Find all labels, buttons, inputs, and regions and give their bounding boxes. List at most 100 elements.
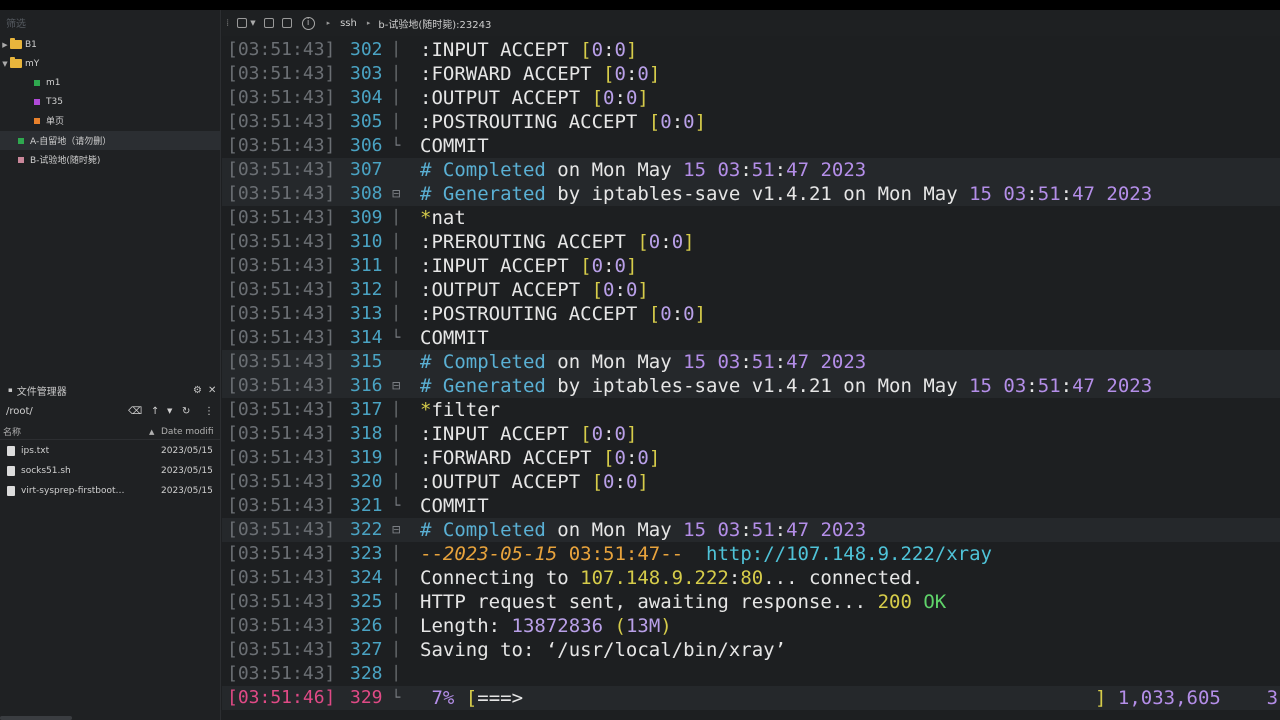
line-number: 312 <box>350 279 383 300</box>
path-input[interactable]: /root/ <box>6 406 33 417</box>
line-number: 318 <box>350 423 383 444</box>
line-text: *nat <box>420 207 466 229</box>
terminal-line: [03:51:43] 311 │:INPUT ACCEPT [0:0] <box>222 254 1280 278</box>
horizontal-scrollbar[interactable] <box>0 716 72 720</box>
breadcrumb-session[interactable]: b-试验地(随时毙):23243 <box>378 16 491 31</box>
timestamp: [03:51:43] <box>227 519 336 540</box>
file-icon <box>7 446 15 456</box>
fold-guide: │ <box>392 210 401 226</box>
chevron-down-icon[interactable]: ▼ <box>0 60 10 68</box>
collapse-icon[interactable]: ▪ <box>8 386 13 394</box>
session-color-icon <box>34 117 40 124</box>
line-number: 304 <box>350 87 383 108</box>
file-icon <box>7 466 15 476</box>
line-number: 314 <box>350 327 383 348</box>
breadcrumb-ssh[interactable]: ssh <box>340 18 357 29</box>
fold-guide: └ <box>392 330 401 346</box>
file-name: socks51.sh <box>21 466 71 476</box>
more-icon[interactable]: ⋮ <box>204 406 214 417</box>
file-name: ips.txt <box>21 446 50 456</box>
timestamp: [03:51:43] <box>227 327 336 348</box>
terminal-line: [03:51:43] 305 │:POSTROUTING ACCEPT [0:0] <box>222 110 1280 134</box>
terminal-line: [03:51:43] 317 │ *filter <box>222 398 1280 422</box>
fold-guide: │ <box>392 474 401 490</box>
terminal-line: [03:51:43] 321 └ COMMIT <box>222 494 1280 518</box>
timestamp: [03:51:43] <box>227 639 336 660</box>
line-text: # Completed on Mon May 15 03:51:47 2023 <box>420 159 867 181</box>
timestamp: [03:51:43] <box>227 279 336 300</box>
terminal-line: [03:51:43] 306 └ COMMIT <box>222 134 1280 158</box>
folder-icon <box>10 38 22 49</box>
line-number: 328 <box>350 663 383 684</box>
timestamp: [03:51:43] <box>227 663 336 684</box>
timestamp: [03:51:43] <box>227 207 336 228</box>
timestamp: [03:51:43] <box>227 399 336 420</box>
new-tab-icon[interactable] <box>237 18 248 28</box>
line-number: 310 <box>350 231 383 252</box>
fold-guide: │ <box>392 570 401 586</box>
line-number: 311 <box>350 255 383 276</box>
column-name[interactable]: 名称 <box>3 425 21 438</box>
duplicate-icon[interactable] <box>263 18 274 28</box>
grip-icon[interactable]: ⁞ <box>226 18 229 29</box>
timestamp: [03:51:43] <box>227 543 336 564</box>
timestamp: [03:51:43] <box>227 351 336 372</box>
fold-guide: │ <box>392 306 401 322</box>
line-number: 316 <box>350 375 383 396</box>
line-number: 325 <box>350 591 383 612</box>
folder-icon <box>10 57 22 68</box>
chevron-right-icon[interactable]: ▶ <box>0 41 10 49</box>
session-color-icon <box>18 137 24 144</box>
tree-folder-b1[interactable]: ▶ B1 <box>0 35 221 54</box>
sort-asc-icon[interactable]: ▲ <box>149 428 154 436</box>
terminal-line: [03:51:43] 308 ⊟ # Generated by iptables-sa… <box>222 182 1280 206</box>
gear-icon[interactable]: ⚙ <box>193 385 202 396</box>
file-row[interactable]: virt-sysprep-firstboot… 2023/05/15 <box>0 481 221 501</box>
session-color-icon <box>34 98 40 105</box>
chevron-down-icon[interactable]: ▼ <box>167 407 172 415</box>
timestamp: [03:51:43] <box>227 111 336 132</box>
line-number: 305 <box>350 111 383 132</box>
tree-session-b[interactable]: B-试验地(随时毙) <box>0 150 221 169</box>
line-text: *filter <box>420 399 501 421</box>
filter-input[interactable]: 筛选 <box>6 15 26 30</box>
fold-guide: │ <box>392 258 401 274</box>
file-row[interactable]: socks51.sh 2023/05/15 <box>0 461 221 481</box>
tree-folder-my[interactable]: ▼ mY <box>0 54 221 73</box>
refresh-icon[interactable]: ↻ <box>182 406 190 417</box>
line-number: 329 <box>350 687 383 708</box>
tree-label: B-试验地(随时毙) <box>30 156 101 166</box>
window-top-bar <box>0 0 1280 10</box>
terminal-output[interactable]: [03:51:43] 302 │:INPUT ACCEPT [0:0] [03:51:… <box>222 36 1280 720</box>
fold-icon[interactable]: ⊟ <box>392 182 410 206</box>
line-text: COMMIT <box>420 327 489 349</box>
terminal-line: [03:51:43] 304 │:OUTPUT ACCEPT [0:0] <box>222 86 1280 110</box>
chevron-right-icon: ▸ <box>366 19 371 27</box>
line-number: 317 <box>350 399 383 420</box>
info-icon[interactable]: i <box>301 16 315 30</box>
tree-session-a[interactable]: A-自留地（请勿删） <box>0 131 221 150</box>
chevron-down-icon[interactable]: ▼ <box>250 19 255 27</box>
line-text: 7% [===> ] 1,033,605 3 <box>431 687 1279 709</box>
line-text: Saving to: ‘/usr/local/bin/xray’ <box>420 639 787 661</box>
file-row[interactable]: ips.txt 2023/05/15 <box>0 441 221 461</box>
clear-icon[interactable]: ⌫ <box>128 406 142 417</box>
tree-session-m1[interactable]: m1 <box>0 73 221 92</box>
fold-icon[interactable]: ⊟ <box>392 518 410 542</box>
column-date[interactable]: Date modifi <box>161 427 214 437</box>
path-bar: /root/ ⌫ ↑ ▼ ↻ ⋮ <box>0 401 221 421</box>
terminal-toolbar: ⁞ ▼ i ▸ ssh ▸ b-试验地(随时毙):23243 <box>222 10 1280 36</box>
tree-session-t35[interactable]: T35 <box>0 92 221 111</box>
close-icon[interactable]: ✕ <box>208 385 216 396</box>
up-arrow-icon[interactable]: ↑ <box>151 406 159 417</box>
copy-icon[interactable] <box>281 18 292 28</box>
line-text: # Completed on Mon May 15 03:51:47 2023 <box>420 519 867 541</box>
timestamp: [03:51:46] <box>227 687 336 708</box>
tree-session-danye[interactable]: 单页 <box>0 111 221 130</box>
fold-icon[interactable]: ⊟ <box>392 374 410 398</box>
line-text: :INPUT ACCEPT [0:0] <box>420 39 638 61</box>
fold-guide: └ <box>392 138 401 154</box>
line-number: 313 <box>350 303 383 324</box>
fold-guide: │ <box>392 42 401 58</box>
terminal-line: [03:51:43] 323 │ --2023-05-15 03:51:47-- ht… <box>222 542 1280 566</box>
